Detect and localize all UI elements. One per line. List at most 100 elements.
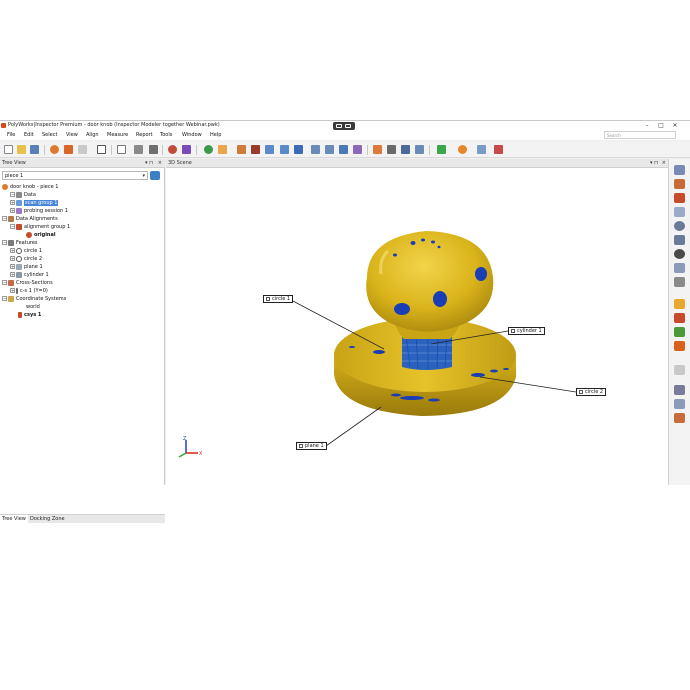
menu-edit[interactable]: Edit: [24, 130, 34, 140]
measure-tool-icon[interactable]: [674, 277, 685, 287]
expand-icon[interactable]: +: [10, 288, 15, 293]
select-tool-icon[interactable]: [674, 165, 685, 175]
expand-icon[interactable]: +: [10, 200, 15, 205]
piece-properties-icon[interactable]: [150, 171, 160, 180]
columns-icon[interactable]: [149, 145, 158, 154]
tab-tree-view[interactable]: Tree View: [0, 515, 28, 524]
view-tool-icon[interactable]: [674, 399, 685, 409]
search-tool-icon[interactable]: [674, 235, 685, 245]
view-front-icon[interactable]: [311, 145, 320, 154]
align-tool-icon[interactable]: [674, 193, 685, 203]
callout-circle-2[interactable]: circle 2: [576, 388, 607, 396]
section-tool-icon[interactable]: [674, 263, 685, 273]
tree-node-features[interactable]: − Features: [2, 239, 38, 247]
grid-icon[interactable]: [134, 145, 143, 154]
menu-tools[interactable]: Tools: [160, 130, 172, 140]
capture-tool-icon[interactable]: [674, 385, 685, 395]
menu-measure[interactable]: Measure: [107, 130, 128, 140]
probe-tool-icon[interactable]: [674, 327, 685, 337]
pin-icon[interactable]: ▾ ⊓: [145, 159, 153, 168]
tree-node-world[interactable]: world: [26, 303, 40, 311]
close-button[interactable]: ✕: [669, 121, 681, 130]
eye-icon[interactable]: [674, 249, 685, 259]
collapse-icon[interactable]: −: [2, 296, 7, 301]
hand-tool-icon[interactable]: [674, 365, 685, 375]
compare-tool-icon[interactable]: [674, 207, 685, 217]
search-input[interactable]: Search: [604, 131, 676, 139]
camera-icon[interactable]: [415, 145, 424, 154]
tree-node-cross-sections[interactable]: − Cross-Sections: [2, 279, 53, 287]
spreadsheet-icon[interactable]: [401, 145, 410, 154]
sphere-icon[interactable]: [204, 145, 213, 154]
play-icon[interactable]: [458, 145, 467, 154]
callout-circle-1[interactable]: circle 1: [263, 295, 294, 303]
zoom-region-icon[interactable]: [294, 145, 303, 154]
expand-icon[interactable]: +: [10, 264, 15, 269]
paint-icon[interactable]: [218, 145, 227, 154]
tree-node-object[interactable]: door knob - piece 1: [2, 183, 58, 191]
collapse-icon[interactable]: −: [2, 280, 7, 285]
table-icon[interactable]: [387, 145, 396, 154]
report-icon[interactable]: [373, 145, 382, 154]
tree-node-coordinate-systems[interactable]: − Coordinate Systems: [2, 295, 66, 303]
menu-file[interactable]: File: [7, 130, 15, 140]
annotation-icon[interactable]: [674, 313, 685, 323]
save-icon[interactable]: [30, 145, 39, 154]
view-iso-icon[interactable]: [353, 145, 362, 154]
door-knob-model[interactable]: [166, 159, 668, 485]
crop-icon[interactable]: [117, 145, 126, 154]
recording-controls[interactable]: [333, 122, 355, 130]
expand-icon[interactable]: +: [10, 248, 15, 253]
probe-tool-icon[interactable]: [182, 145, 191, 154]
color-map-icon[interactable]: [674, 299, 685, 309]
tree-node-alignment-group[interactable]: − alignment group 1: [10, 223, 70, 231]
expand-icon[interactable]: +: [10, 272, 15, 277]
undo-icon[interactable]: [50, 145, 59, 154]
open-icon[interactable]: [17, 145, 26, 154]
menu-view[interactable]: View: [66, 130, 78, 140]
minimize-button[interactable]: –: [641, 121, 653, 130]
view-top-icon[interactable]: [339, 145, 348, 154]
zoom-fit-icon[interactable]: [280, 145, 289, 154]
tree-node-circle-1[interactable]: + circle 1: [10, 247, 42, 255]
collapse-icon[interactable]: −: [10, 192, 15, 197]
tree-node-original[interactable]: original: [26, 231, 56, 239]
menu-window[interactable]: Window: [182, 130, 202, 140]
zoom-tool-icon[interactable]: [674, 221, 685, 231]
export-tool-icon[interactable]: [674, 413, 685, 423]
maximize-button[interactable]: □: [655, 121, 667, 130]
piece-select[interactable]: piece 1 ▾: [2, 171, 148, 180]
tree-node-data[interactable]: − Data: [10, 191, 36, 199]
transform-tool-icon[interactable]: [674, 179, 685, 189]
tree-node-probing-session[interactable]: + probing session 1: [10, 207, 68, 215]
collapse-icon[interactable]: −: [2, 240, 7, 245]
chart-icon[interactable]: [494, 145, 503, 154]
sequence-icon[interactable]: [477, 145, 486, 154]
view-side-icon[interactable]: [325, 145, 334, 154]
tree-node-plane-1[interactable]: + plane 1: [10, 263, 43, 271]
menu-report[interactable]: Report: [136, 130, 153, 140]
collapse-icon[interactable]: −: [10, 224, 15, 229]
redo-disabled-icon[interactable]: [78, 145, 87, 154]
pointer-icon[interactable]: [251, 145, 260, 154]
new-icon[interactable]: [4, 145, 13, 154]
tree-node-circle-2[interactable]: + circle 2: [10, 255, 42, 263]
tab-docking-zone[interactable]: Docking Zone: [28, 515, 67, 524]
callout-cylinder-1[interactable]: cylinder 1: [508, 327, 545, 335]
hand-icon[interactable]: [237, 145, 246, 154]
measure-icon[interactable]: [437, 145, 446, 154]
callout-plane-1[interactable]: plane 1: [296, 442, 327, 450]
zoom-in-icon[interactable]: [265, 145, 274, 154]
shield-icon[interactable]: [168, 145, 177, 154]
tree-node-data-alignments[interactable]: − Data Alignments: [2, 215, 58, 223]
expand-icon[interactable]: +: [10, 208, 15, 213]
tree-node-csys-1[interactable]: csys 1: [18, 311, 41, 319]
redo-icon[interactable]: [64, 145, 73, 154]
collapse-icon[interactable]: −: [2, 216, 7, 221]
tree-node-cs-1[interactable]: + c-s 1 (Y=0): [10, 287, 48, 295]
menu-help[interactable]: Help: [210, 130, 221, 140]
snapshot-icon[interactable]: [97, 145, 106, 154]
report-tool-icon[interactable]: [674, 341, 685, 351]
tree-node-scan-group[interactable]: + scan group 1: [10, 199, 59, 207]
3d-scene-panel[interactable]: 3D Scene ▾ ⊓ × circle 1 cylinder 1 circl…: [166, 159, 668, 485]
